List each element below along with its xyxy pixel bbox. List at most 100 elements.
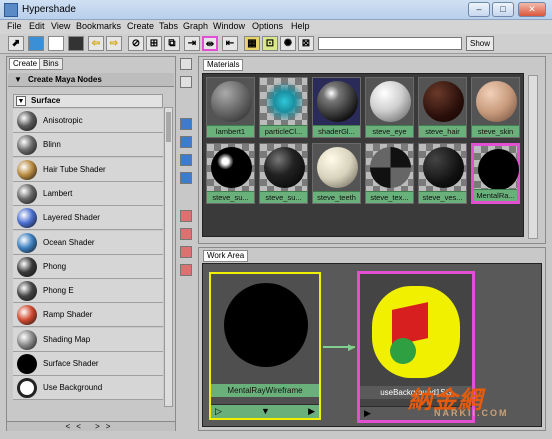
node-type-item[interactable]: Hair Tube Shader <box>13 157 163 182</box>
menu-graph[interactable]: Graph <box>183 21 208 31</box>
create-header-label: Create Maya Nodes <box>28 75 102 84</box>
surface-section-header[interactable]: ▼ Surface <box>13 94 163 108</box>
node-type-item[interactable]: Anisotropic <box>13 109 163 133</box>
graph-layout-icon[interactable]: ▦ <box>244 36 260 51</box>
show-button[interactable]: Show <box>466 36 494 51</box>
node-type-item[interactable]: Phong E <box>13 279 163 304</box>
shading-group-swatch <box>372 286 460 378</box>
material-sphere-icon <box>264 147 305 188</box>
material-swatch[interactable]: MentalRa... <box>471 143 520 204</box>
menu-bar: File Edit View Bookmarks Create Tabs Gra… <box>0 20 552 34</box>
node-swatch-icon <box>17 378 37 399</box>
node-type-item[interactable]: Phong <box>13 254 163 279</box>
sort-by-name-icon[interactable] <box>180 210 192 222</box>
material-label: steve_hair <box>419 125 466 137</box>
menu-bookmarks[interactable]: Bookmarks <box>76 21 121 31</box>
node-type-item[interactable]: Layered Shader <box>13 206 163 231</box>
back-arrow-icon[interactable]: ⇦ <box>88 36 104 51</box>
dropdown-arrow-icon: ▼ <box>14 75 22 84</box>
node-type-item[interactable]: Shading Map <box>13 327 163 352</box>
material-swatch[interactable]: shaderGl... <box>312 77 361 138</box>
layout-icon[interactable] <box>28 36 44 51</box>
materials-swatch-area: lambert1 particleCl... shaderGl... steve_ey… <box>202 73 524 237</box>
node-swatch-icon <box>17 183 37 204</box>
minimize-button[interactable]: – <box>468 2 490 17</box>
tab-materials[interactable]: Materials <box>203 59 244 71</box>
node-swatch-icon <box>17 329 37 350</box>
input-port-icon[interactable]: ▷ <box>215 406 222 417</box>
node-swatch-icon <box>17 135 37 156</box>
node-type-label: Anisotropic <box>43 116 83 125</box>
grid-view-icon[interactable] <box>180 76 192 88</box>
material-swatch[interactable]: steve_skin <box>471 77 520 138</box>
material-swatch[interactable]: steve_su... <box>206 143 255 204</box>
menu-tabs[interactable]: Tabs <box>159 21 178 31</box>
tab-bins[interactable]: Bins <box>39 58 63 70</box>
material-swatch[interactable]: steve_hair <box>418 77 467 138</box>
input-output-connections-icon[interactable]: ⇹ <box>202 36 218 51</box>
material-swatch[interactable]: steve_tex... <box>365 143 414 204</box>
node-swatch-icon <box>17 305 37 326</box>
xlarge-swatch-icon[interactable] <box>180 172 192 184</box>
node-swatch-black <box>224 283 308 367</box>
small-swatch-icon[interactable] <box>180 118 192 130</box>
node-type-item[interactable]: Ocean Shader <box>13 230 163 255</box>
material-label: steve_ves... <box>419 191 466 203</box>
rearrange-graph-icon[interactable]: ⊞ <box>146 36 162 51</box>
reverse-sort-icon[interactable] <box>180 264 192 276</box>
left-scrollbar[interactable] <box>164 107 173 407</box>
material-swatch[interactable]: steve_teeth <box>312 143 361 204</box>
search-input[interactable] <box>318 37 462 50</box>
hierarchy-icon[interactable]: ⊡ <box>262 36 278 51</box>
menu-options[interactable]: Options <box>252 21 283 31</box>
input-port-icon[interactable]: ▶ <box>364 408 371 419</box>
material-swatch[interactable]: steve_eye <box>365 77 414 138</box>
node-type-item[interactable]: Ramp Shader <box>13 303 163 328</box>
menu-help[interactable]: Help <box>291 21 310 31</box>
scroll-thumb[interactable] <box>166 112 171 142</box>
node-mentalraywireframe[interactable]: MentalRayWireframe ▷ ▼ ▶ <box>209 272 321 420</box>
node-type-item[interactable]: Surface Shader <box>13 352 163 376</box>
node-type-item[interactable]: Blinn <box>13 133 163 158</box>
material-label: MentalRa... <box>474 189 517 201</box>
create-maya-nodes-header[interactable]: ▼ Create Maya Nodes <box>8 73 174 87</box>
material-swatch[interactable]: steve_su... <box>259 143 308 204</box>
menu-create[interactable]: Create <box>127 21 154 31</box>
menu-edit[interactable]: Edit <box>29 21 45 31</box>
medium-swatch-icon[interactable] <box>180 136 192 148</box>
large-swatch-icon[interactable] <box>180 154 192 166</box>
panel-scroll-tabs[interactable]: << >> <box>7 421 175 431</box>
menu-file[interactable]: File <box>7 21 22 31</box>
forward-arrow-icon[interactable]: ⇨ <box>106 36 122 51</box>
material-swatch[interactable]: particleCl... <box>259 77 308 138</box>
output-connections-icon[interactable]: ⇤ <box>222 36 238 51</box>
panel-arrow-up-icon[interactable] <box>180 58 192 70</box>
tab-work-area[interactable]: Work Area <box>203 250 249 262</box>
material-sphere-icon <box>317 147 358 188</box>
sort-by-time-icon[interactable] <box>180 246 192 258</box>
output-port-icon[interactable]: ▶ <box>308 406 315 417</box>
material-swatch[interactable]: steve_ves... <box>418 143 467 204</box>
swatch-icon[interactable]: ⊠ <box>298 36 314 51</box>
node-type-item[interactable]: Lambert <box>13 181 163 206</box>
tab-create[interactable]: Create <box>9 58 42 70</box>
menu-view[interactable]: View <box>51 21 70 31</box>
material-label: lambert1 <box>207 125 254 137</box>
menu-window[interactable]: Window <box>213 21 245 31</box>
render-icon[interactable]: ✺ <box>280 36 296 51</box>
material-swatch[interactable]: lambert1 <box>206 77 255 138</box>
input-connections-icon[interactable]: ⇥ <box>184 36 200 51</box>
node-type-label: Shading Map <box>43 334 91 344</box>
maximize-button[interactable]: □ <box>492 2 514 17</box>
node-swatch-icon <box>17 232 37 253</box>
clear-graph-icon[interactable]: ⊘ <box>128 36 144 51</box>
sort-by-type-icon[interactable] <box>180 228 192 240</box>
materials-scrollbar[interactable] <box>528 75 538 239</box>
graph-materials-icon[interactable]: ⧉ <box>164 36 180 51</box>
node-type-item[interactable]: Use Background <box>13 376 163 401</box>
top-panel-icon[interactable] <box>48 36 64 51</box>
bottom-panel-icon[interactable] <box>68 36 84 51</box>
close-button[interactable]: ✕ <box>518 2 546 17</box>
toggle-create-bar-icon[interactable]: ⬈ <box>8 36 24 51</box>
expand-node-icon[interactable]: ▼ <box>261 406 270 416</box>
